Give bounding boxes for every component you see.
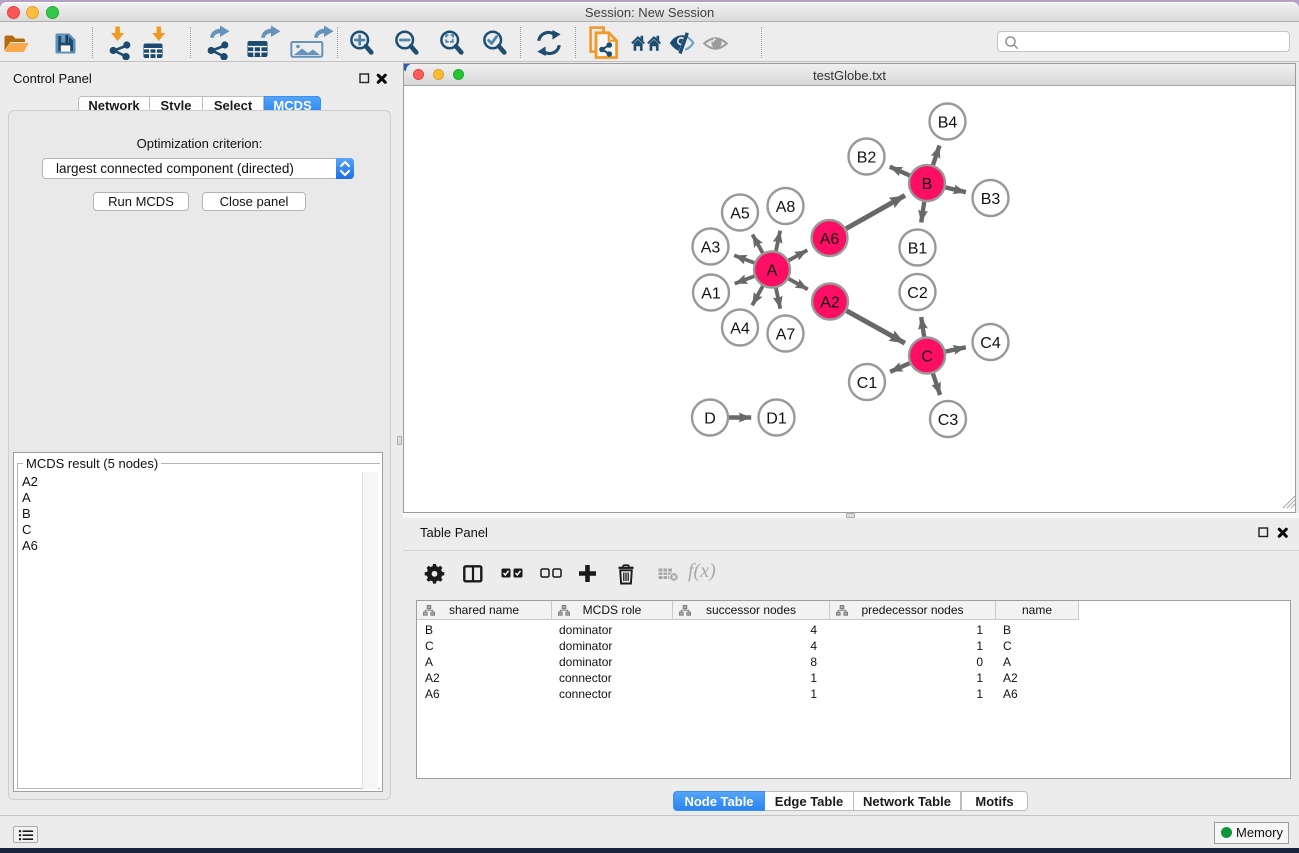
svg-text:C4: C4 bbox=[980, 335, 1001, 352]
svg-text:A1: A1 bbox=[701, 285, 721, 302]
svg-text:B: B bbox=[922, 176, 933, 193]
svg-text:C1: C1 bbox=[857, 375, 878, 392]
svg-text:A2: A2 bbox=[820, 294, 840, 311]
svg-text:A6: A6 bbox=[820, 231, 840, 248]
svg-text:B4: B4 bbox=[938, 114, 958, 131]
svg-text:B2: B2 bbox=[857, 149, 877, 166]
svg-text:B1: B1 bbox=[908, 240, 928, 257]
svg-text:C3: C3 bbox=[938, 412, 959, 429]
svg-text:A5: A5 bbox=[730, 205, 750, 222]
svg-text:A8: A8 bbox=[776, 199, 796, 216]
svg-text:D1: D1 bbox=[766, 410, 787, 427]
svg-text:A3: A3 bbox=[701, 239, 721, 256]
svg-text:D: D bbox=[704, 410, 716, 427]
svg-text:B3: B3 bbox=[981, 191, 1001, 208]
svg-text:A7: A7 bbox=[776, 326, 796, 343]
svg-text:C2: C2 bbox=[907, 285, 928, 302]
svg-text:C: C bbox=[921, 348, 933, 365]
svg-text:A: A bbox=[767, 262, 778, 279]
svg-text:A4: A4 bbox=[730, 320, 750, 337]
